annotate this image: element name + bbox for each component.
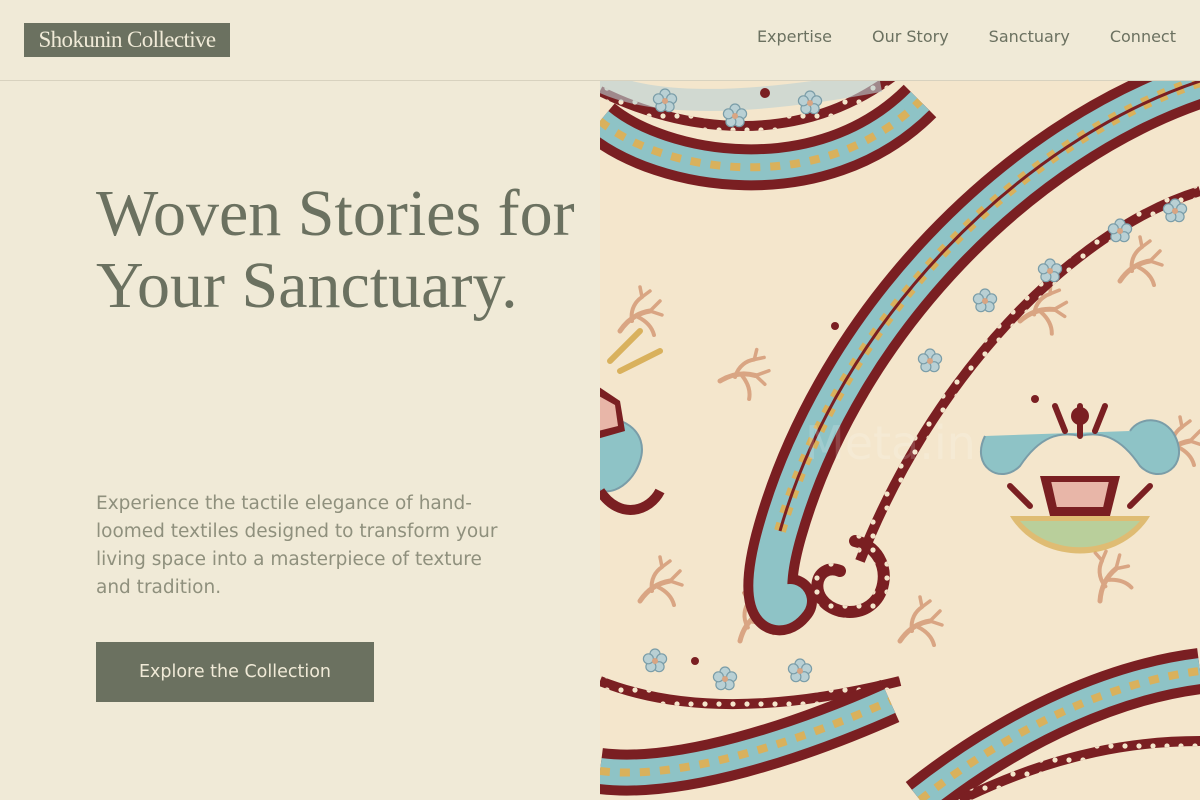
paisley-textile-image: Meta.in (600, 81, 1200, 800)
nav-link-sanctuary[interactable]: Sanctuary (989, 27, 1070, 47)
site-header: Shokunin Collective Expertise Our Story … (0, 0, 1200, 81)
hero-subtitle: Experience the tactile elegance of hand-… (96, 493, 498, 598)
nav-link-expertise[interactable]: Expertise (757, 27, 832, 47)
nav-link-connect[interactable]: Connect (1110, 27, 1176, 47)
explore-collection-button[interactable]: Explore the Collection (96, 642, 374, 702)
image-watermark: Meta.in (805, 416, 976, 470)
main-nav: Expertise Our Story Sanctuary Connect (757, 27, 1176, 47)
hero-title: Woven Stories for Your Sanctuary. (96, 177, 575, 322)
nav-link-our-story[interactable]: Our Story (872, 27, 949, 47)
brand-logo[interactable]: Shokunin Collective (24, 23, 230, 57)
